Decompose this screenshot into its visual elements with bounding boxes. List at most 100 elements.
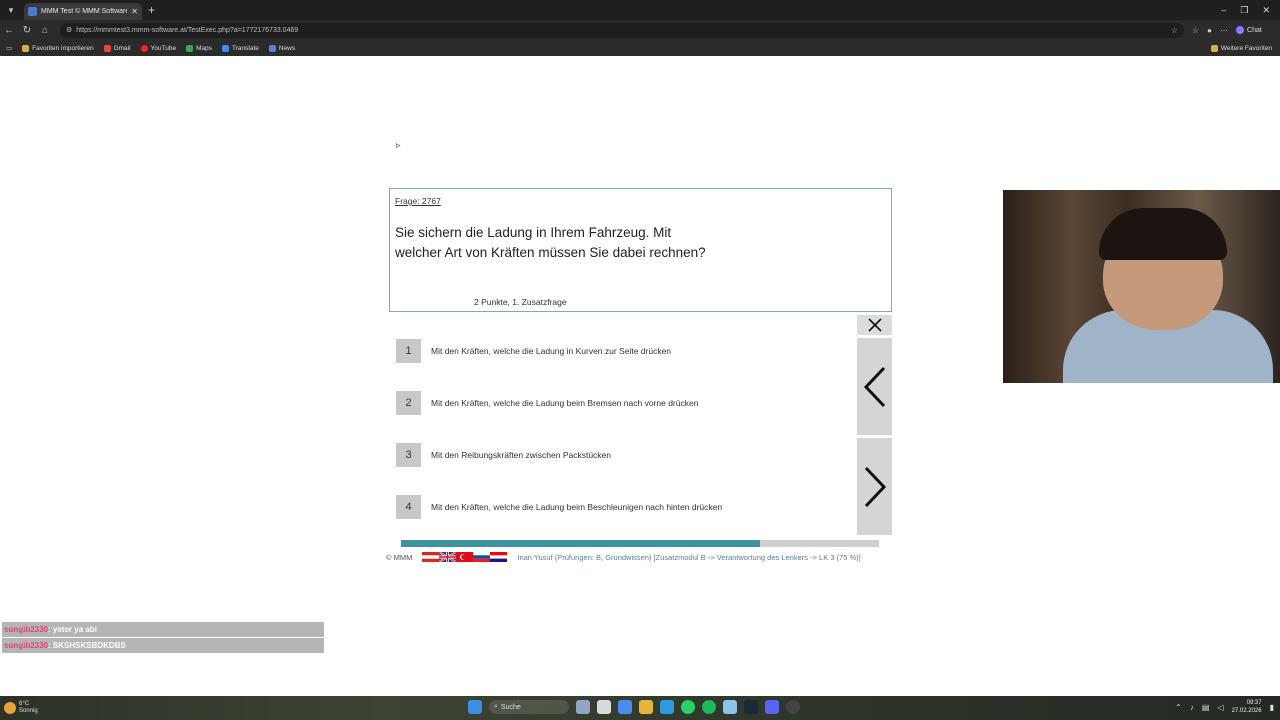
- bookmark-maps[interactable]: Maps: [186, 44, 213, 52]
- answer-text[interactable]: Mit den Kräften, welche die Ladung beim …: [431, 502, 722, 512]
- chat-message: songib2330 : yeter ya abi: [2, 622, 324, 637]
- answer-text[interactable]: Mit den Kräften, welche die Ladung beim …: [431, 398, 698, 408]
- chat-username: songib2330: [4, 625, 49, 634]
- url-field[interactable]: ⚙ https://mmmtest3.mmm-software.at/TestE…: [60, 22, 1184, 38]
- favorite-star-icon[interactable]: ☆: [1171, 26, 1178, 35]
- minimize-icon[interactable]: –: [1221, 5, 1226, 16]
- taskbar-apps: ⌕ Suche: [468, 700, 800, 714]
- answer-number[interactable]: 1: [396, 339, 421, 363]
- system-tray: ⌃ ♪ ▤ ◁ 09:37 27.02.2026 ▮: [1175, 699, 1274, 715]
- copilot-taskbar-icon[interactable]: [618, 700, 632, 714]
- browser-tab[interactable]: MMM Test © MMM Software 202 ✕: [24, 3, 142, 20]
- answer-number[interactable]: 2: [396, 391, 421, 415]
- bookmark-gmail[interactable]: Gmail: [103, 44, 131, 52]
- question-box: Frage: 2767 Sie sichern die Ladung in Ih…: [389, 188, 892, 312]
- tab-actions-icon[interactable]: ▾: [2, 2, 20, 18]
- webcam-person-hair: [1099, 208, 1227, 260]
- bookmark-translate[interactable]: Translate: [222, 44, 259, 52]
- maps-icon: [186, 44, 194, 52]
- bookmark-youtube[interactable]: YouTube: [140, 44, 176, 52]
- new-tab-button[interactable]: +: [148, 3, 155, 17]
- answer-number[interactable]: 4: [396, 495, 421, 519]
- bookmarks-bar: ▭ Favoriten importieren Gmail YouTube Ma…: [0, 40, 1280, 56]
- flag-croatia-icon[interactable]: [490, 552, 508, 562]
- weather-text: 6°C Sonnig: [19, 701, 38, 715]
- back-icon[interactable]: ←: [0, 25, 18, 36]
- time: 09:37: [1246, 700, 1262, 706]
- chat-message: songib2330 : SKSHSKSBDKDBS: [2, 638, 324, 653]
- more-menu-icon[interactable]: ⋯: [1220, 26, 1228, 35]
- flag-uk-icon[interactable]: [439, 552, 457, 562]
- file-explorer-icon[interactable]: [639, 700, 653, 714]
- restore-icon[interactable]: ❐: [1240, 5, 1248, 16]
- reload-icon[interactable]: ↻: [18, 25, 36, 36]
- spotify-icon[interactable]: [702, 700, 716, 714]
- chat-username: songib2330: [4, 641, 49, 650]
- search-icon: ⌕: [494, 703, 498, 710]
- edge-icon[interactable]: [660, 700, 674, 714]
- answer-option-1[interactable]: 1 Mit den Kräften, welche die Ladung in …: [396, 339, 846, 363]
- answer-text[interactable]: Mit den Kräften, welche die Ladung in Ku…: [431, 346, 671, 356]
- notifications-icon[interactable]: ▮: [1270, 703, 1274, 712]
- weather-widget[interactable]: 6°C Sonnig: [4, 701, 38, 715]
- volume-icon[interactable]: ◁: [1217, 703, 1223, 712]
- news-icon: [268, 44, 276, 52]
- copyright-text: © MMM: [386, 552, 413, 562]
- site-info-icon[interactable]: ⚙: [66, 26, 72, 34]
- youtube-icon: [140, 44, 148, 52]
- bookmark-label: Favoriten importieren: [32, 44, 94, 52]
- previous-question-button[interactable]: [857, 338, 892, 435]
- other-bookmarks[interactable]: Weitere Favoriten: [1210, 44, 1272, 52]
- bookmark-import[interactable]: Favoriten importieren: [22, 44, 94, 52]
- favorites-icon[interactable]: ☆: [1192, 26, 1199, 35]
- microphone-icon[interactable]: ♪: [1190, 703, 1194, 712]
- answer-option-2[interactable]: 2 Mit den Kräften, welche die Ladung bei…: [396, 391, 846, 415]
- search-label: Suche: [500, 703, 521, 711]
- widgets-icon[interactable]: [576, 700, 590, 714]
- answer-option-3[interactable]: 3 Mit den Reibungskräften zwischen Packs…: [396, 443, 846, 467]
- chat-label: Chat: [1247, 26, 1262, 34]
- bookmark-label: Maps: [196, 44, 213, 52]
- close-icon: [867, 318, 882, 332]
- clock[interactable]: 09:37 27.02.2026: [1232, 699, 1262, 715]
- next-question-button[interactable]: [857, 438, 892, 535]
- browser-tab-bar: ▾ MMM Test © MMM Software 202 ✕ + – ❐ ✕: [0, 0, 1280, 20]
- weather-condition: Sonnig: [19, 708, 38, 714]
- notepad-icon[interactable]: [723, 700, 737, 714]
- footer: © MMM Inan Yusuf (Prüfungen: B, Grundwis…: [386, 551, 861, 563]
- start-icon[interactable]: [468, 700, 482, 714]
- task-view-icon[interactable]: [597, 700, 611, 714]
- flag-austria-icon[interactable]: [422, 552, 440, 562]
- chat-text: : SKSHSKSBDKDBS: [48, 641, 126, 650]
- question-number: Frage: 2767: [395, 196, 441, 206]
- copilot-chat-button[interactable]: Chat: [1236, 26, 1262, 34]
- url-text: https://mmmtest3.mmm-software.at/TestExe…: [76, 26, 299, 34]
- bookmarks-toggle-icon[interactable]: ▭: [6, 44, 12, 52]
- network-icon[interactable]: ▤: [1202, 703, 1210, 712]
- home-icon[interactable]: ⌂: [36, 25, 54, 36]
- close-tab-icon[interactable]: ✕: [131, 7, 138, 16]
- taskbar-search[interactable]: ⌕ Suche: [489, 700, 569, 714]
- chevron-left-icon: [863, 366, 885, 407]
- gmail-icon: [103, 44, 111, 52]
- answer-text[interactable]: Mit den Reibungskräften zwischen Packstü…: [431, 450, 611, 460]
- steam-icon[interactable]: [744, 700, 758, 714]
- translate-icon: [222, 44, 230, 52]
- discord-icon[interactable]: [765, 700, 779, 714]
- flag-slovenia-icon[interactable]: [473, 552, 491, 562]
- favicon-icon: [28, 7, 37, 16]
- bookmark-news[interactable]: News: [268, 44, 295, 52]
- close-window-icon[interactable]: ✕: [1262, 5, 1270, 16]
- obs-icon[interactable]: [786, 700, 800, 714]
- window-controls: – ❐ ✕: [1221, 5, 1270, 16]
- whatsapp-icon[interactable]: [681, 700, 695, 714]
- answer-number[interactable]: 3: [396, 443, 421, 467]
- answer-option-4[interactable]: 4 Mit den Kräften, welche die Ladung bei…: [396, 495, 846, 519]
- tray-overflow-icon[interactable]: ⌃: [1175, 703, 1182, 712]
- webcam-overlay: [1003, 190, 1280, 383]
- flag-turkey-icon[interactable]: [456, 552, 474, 562]
- question-text: Sie sichern die Ladung in Ihrem Fahrzeug…: [395, 225, 706, 260]
- language-flags: [422, 552, 508, 562]
- profile-icon[interactable]: ●: [1207, 26, 1212, 35]
- close-button[interactable]: [857, 315, 892, 335]
